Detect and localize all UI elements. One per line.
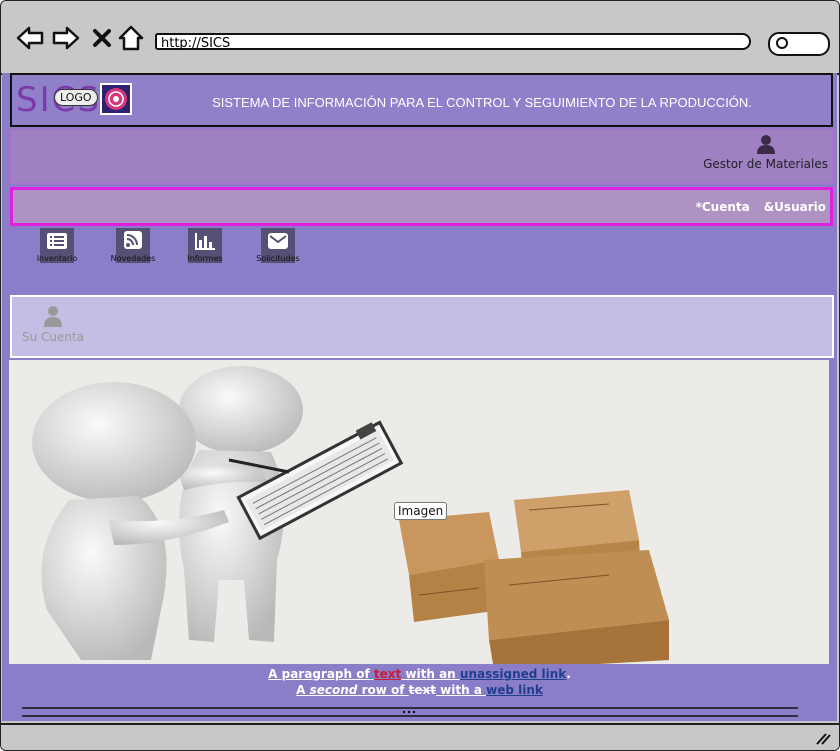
forward-icon[interactable] [51,23,81,53]
back-icon[interactable] [15,23,45,53]
footer-divider [22,707,798,717]
tile-label: Solicitudes [256,254,300,263]
user-role-band: Gestor de Materiales [10,129,833,184]
tile-label: Inventario [36,254,78,263]
paragraph-line-2: A second row of text with a web link [2,682,837,698]
tile-informes[interactable]: Informes [187,228,223,263]
browser-search-box[interactable] [768,32,830,56]
user-role-label: Gestor de Materiales [703,157,828,171]
para-text-e: with a [436,683,487,697]
page-content: SICS LOGO SISTEMA DE INFORMACIÓN PARA EL… [2,73,837,721]
tile-novedades[interactable]: Novedades [111,228,155,263]
user-icon [43,305,63,330]
usuario-link[interactable]: &Usuario [764,200,826,214]
site-logo[interactable]: SICS LOGO [14,80,134,120]
su-cuenta-panel: Su Cuenta [10,295,834,358]
tile-solicitudes[interactable]: Solicitudes [256,228,300,263]
envelope-icon [268,233,288,249]
para-text-a: A paragraph of [268,667,374,681]
browser-window: http://SICS SICS LOGO SISTEMA DE INFORMA… [0,0,840,751]
image-label: Imagen [394,502,448,520]
rss-icon [124,231,142,249]
user-icon [756,134,776,157]
bar-chart-icon [195,233,215,250]
account-band: *Cuenta &Usuario [10,187,833,226]
tile-inventario[interactable]: Inventario [37,228,77,263]
page-title: SISTEMA DE INFORMACIÓN PARA EL CONTROL Y… [212,94,752,110]
browser-status-bar [1,723,839,750]
list-icon [47,233,67,249]
user-role[interactable]: Gestor de Materiales [703,134,828,171]
tile-label: Novedades [110,254,156,263]
para-strike-text: text [408,683,436,697]
su-cuenta-label: Su Cuenta [22,330,85,344]
logo-emblem-icon [100,83,132,115]
su-cuenta[interactable]: Su Cuenta [22,305,84,344]
para-red-text: text [373,667,402,681]
para-second: second [309,683,358,697]
browser-toolbar: http://SICS [1,1,839,75]
tile-label: Informes [187,254,223,263]
address-bar[interactable]: http://SICS [155,33,751,51]
module-tiles: Inventario Novedades Informes Solicitude… [37,228,338,268]
search-icon [776,37,788,49]
hero-image: Imagen [9,360,829,664]
para-text-d: row of [357,683,409,697]
para-text-c: A [296,683,310,697]
web-link[interactable]: web link [486,683,543,697]
site-header: SICS LOGO SISTEMA DE INFORMACIÓN PARA EL… [10,73,833,127]
cuenta-link[interactable]: *Cuenta [696,200,750,214]
resize-grip-icon[interactable] [815,731,831,745]
logo-badge: LOGO [54,89,98,106]
para-text-b: with an [401,667,460,681]
unassigned-link[interactable]: unassigned link [460,667,566,681]
paragraph-line-1: A paragraph of text with an unassigned l… [2,666,837,682]
close-icon[interactable] [87,23,117,53]
home-icon[interactable] [116,23,146,53]
para-period: . [566,667,571,681]
paragraph: A paragraph of text with an unassigned l… [2,666,837,698]
